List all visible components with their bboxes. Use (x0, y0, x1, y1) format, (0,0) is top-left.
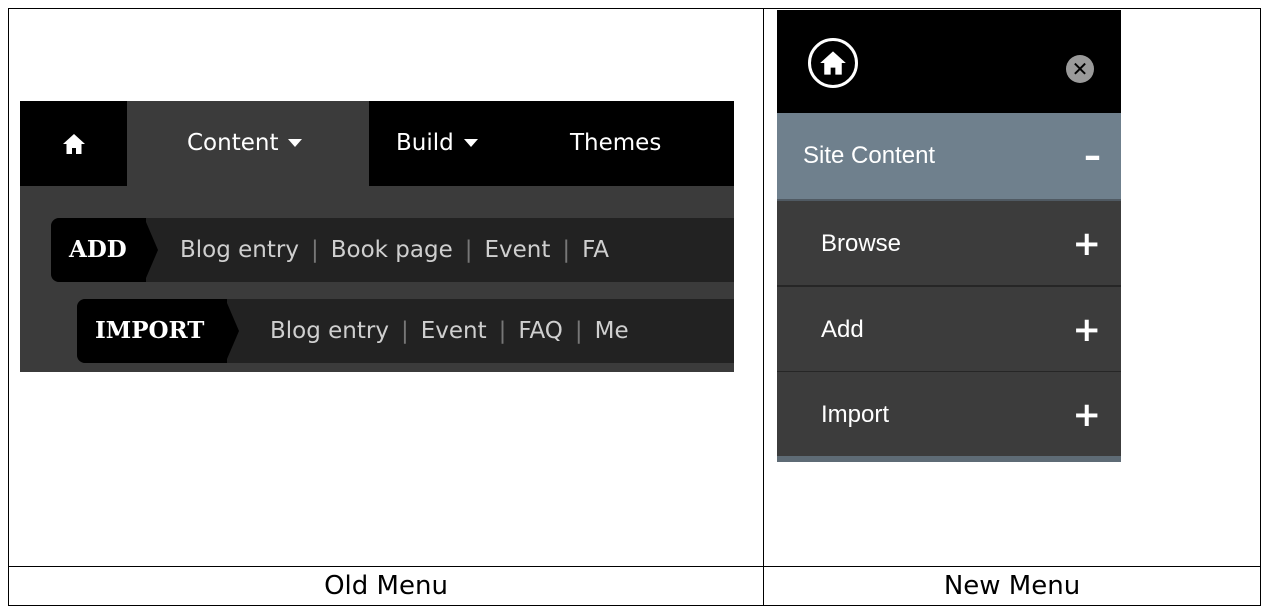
home-icon (62, 133, 85, 154)
import-link-more[interactable]: Me (595, 318, 629, 344)
site-content-section[interactable]: Site Content – (777, 113, 1121, 201)
add-submenu-links: Blog entry | Book page | Event | FA (180, 218, 609, 282)
import-submenu-head: IMPORT (77, 299, 227, 363)
link-separator: | (310, 237, 319, 263)
import-submenu-links: Blog entry | Event | FAQ | Me (270, 299, 629, 363)
import-link-event[interactable]: Event (421, 318, 487, 344)
expand-icon: + (1072, 310, 1102, 350)
tab-build[interactable]: Build (396, 101, 478, 186)
old-menu: Content Build Themes ADD Blog entry | Book… (20, 101, 734, 372)
table-border-right (1260, 8, 1261, 606)
menu-item-add[interactable]: Add + (777, 287, 1121, 373)
tab-content-label: Content (187, 130, 279, 156)
add-submenu-arrow (146, 222, 158, 278)
new-menu: ✕ Site Content – Browse + Add + Import + (777, 10, 1121, 462)
table-border-top (8, 8, 1261, 9)
import-submenu: IMPORT Blog entry | Event | FAQ | Me (77, 299, 734, 363)
expand-icon: + (1072, 224, 1102, 264)
add-link-event[interactable]: Event (484, 237, 550, 263)
add-link-book-page[interactable]: Book page (331, 237, 453, 263)
menu-item-add-label: Add (821, 316, 864, 343)
home-button[interactable] (808, 38, 858, 88)
add-submenu: ADD Blog entry | Book page | Event | FA (51, 218, 734, 282)
menu-item-import-label: Import (821, 401, 890, 428)
add-link-faq[interactable]: FA (582, 237, 609, 263)
link-separator: | (464, 237, 473, 263)
import-submenu-arrow (227, 303, 239, 359)
import-link-blog-entry[interactable]: Blog entry (270, 318, 389, 344)
site-content-label: Site Content (803, 142, 936, 169)
menu-item-import[interactable]: Import + (777, 372, 1121, 458)
tab-build-label: Build (396, 130, 454, 156)
tab-themes[interactable]: Themes (570, 101, 661, 186)
close-button[interactable]: ✕ (1066, 55, 1094, 83)
menu-item-browse[interactable]: Browse + (777, 201, 1121, 287)
new-menu-bottom-edge (777, 456, 1121, 462)
caption-old-menu: Old Menu (324, 571, 448, 601)
add-link-blog-entry[interactable]: Blog entry (180, 237, 299, 263)
close-icon: ✕ (1071, 57, 1089, 81)
expand-icon: + (1072, 395, 1102, 435)
table-border-left (8, 8, 9, 606)
home-button[interactable] (20, 101, 127, 186)
import-link-faq[interactable]: FAQ (518, 318, 563, 344)
caption-new-menu: New Menu (943, 571, 1081, 601)
tab-content[interactable]: Content (127, 101, 369, 186)
tab-themes-label: Themes (570, 130, 662, 156)
menu-item-browse-label: Browse (821, 230, 902, 257)
link-separator: | (400, 318, 409, 344)
table-column-divider (763, 8, 764, 606)
chevron-down-icon (463, 139, 478, 147)
add-submenu-head: ADD (51, 218, 146, 282)
new-menu-header: ✕ (777, 10, 1121, 113)
link-separator: | (498, 318, 507, 344)
collapse-icon: – (1084, 136, 1101, 176)
chevron-down-icon (288, 139, 303, 147)
link-separator: | (562, 237, 571, 263)
link-separator: | (574, 318, 583, 344)
home-icon (820, 51, 846, 75)
